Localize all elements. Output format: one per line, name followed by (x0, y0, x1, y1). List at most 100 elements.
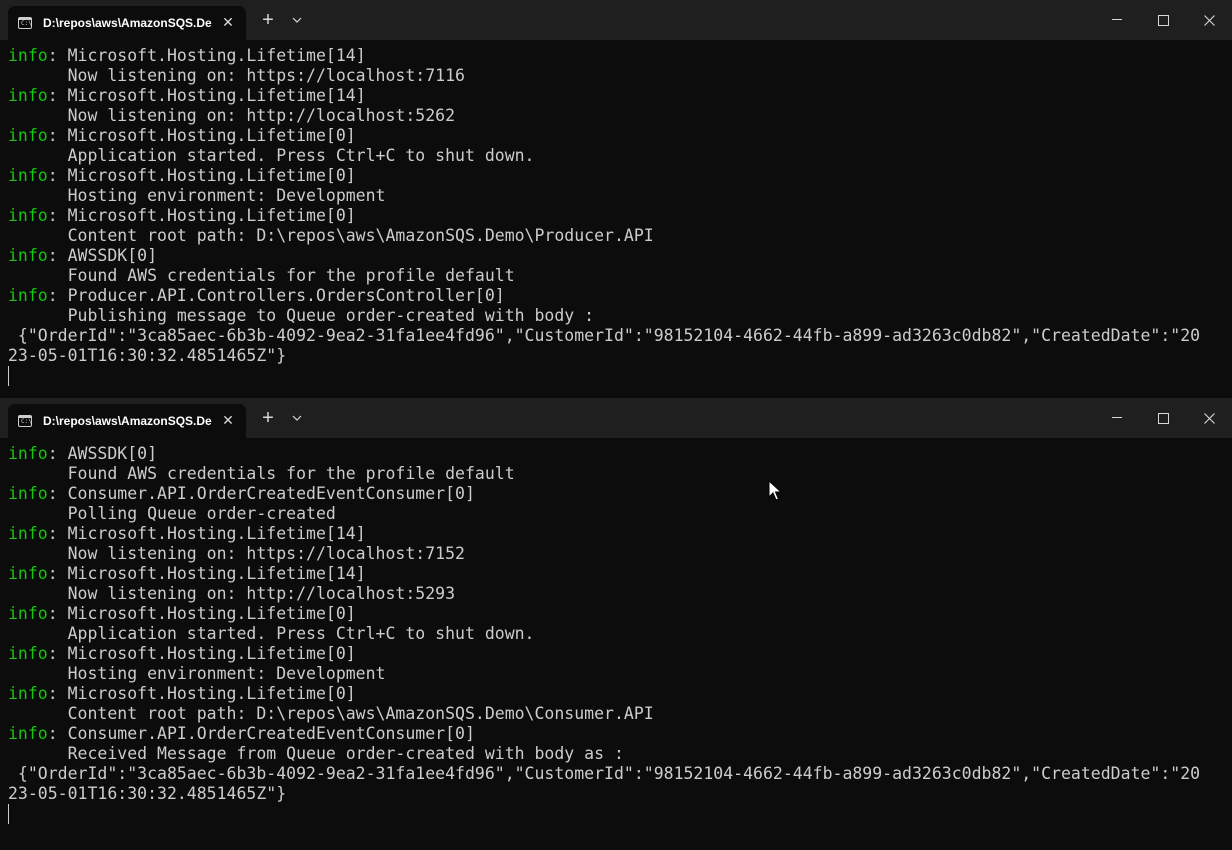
terminal-line: Content root path: D:\repos\aws\AmazonSQ… (8, 226, 1232, 246)
log-level: info (8, 246, 48, 265)
log-text: Found AWS credentials for the profile de… (8, 266, 515, 285)
title-bar[interactable]: C:\ D:\repos\aws\AmazonSQS.De ✕ + (0, 398, 1232, 438)
log-level: info (8, 46, 48, 65)
terminal-line: info: Microsoft.Hosting.Lifetime[0] (8, 126, 1232, 146)
terminal-line: Now listening on: https://localhost:7116 (8, 66, 1232, 86)
log-text: Hosting environment: Development (8, 664, 386, 683)
terminal-line: Publishing message to Queue order-create… (8, 306, 1232, 326)
terminal-output[interactable]: info: Microsoft.Hosting.Lifetime[14] Now… (8, 46, 1232, 386)
terminal-icon: C:\ (18, 17, 32, 29)
log-text: : Microsoft.Hosting.Lifetime[0] (47, 166, 356, 185)
log-text: : Microsoft.Hosting.Lifetime[0] (47, 126, 356, 145)
close-tab-button[interactable]: ✕ (219, 13, 237, 31)
close-tab-button[interactable]: ✕ (219, 411, 237, 429)
minimize-icon (1112, 19, 1122, 20)
log-text: Content root path: D:\repos\aws\AmazonSQ… (8, 226, 654, 245)
log-text: Application started. Press Ctrl+C to shu… (8, 146, 535, 165)
terminal-line: Now listening on: https://localhost:7152 (8, 544, 1232, 564)
maximize-button[interactable] (1140, 398, 1186, 438)
terminal-line: Application started. Press Ctrl+C to shu… (8, 624, 1232, 644)
terminal-line: Application started. Press Ctrl+C to shu… (8, 146, 1232, 166)
terminal-line: Now listening on: http://localhost:5262 (8, 106, 1232, 126)
terminal-line: info: Microsoft.Hosting.Lifetime[14] (8, 86, 1232, 106)
terminal-line: info: AWSSDK[0] (8, 444, 1232, 464)
terminal-line: Hosting environment: Development (8, 186, 1232, 206)
maximize-button[interactable] (1140, 0, 1186, 40)
log-level: info (8, 206, 48, 225)
new-tab-button[interactable]: + (256, 398, 280, 438)
log-level: info (8, 484, 48, 503)
terminal-line: {"OrderId":"3ca85aec-6b3b-4092-9ea2-31fa… (8, 764, 1232, 784)
terminal-line: info: Microsoft.Hosting.Lifetime[0] (8, 604, 1232, 624)
log-text: : AWSSDK[0] (47, 444, 158, 463)
terminal-line: Found AWS credentials for the profile de… (8, 266, 1232, 286)
minimize-icon (1112, 417, 1122, 418)
log-text: : Microsoft.Hosting.Lifetime[14] (47, 86, 366, 105)
minimize-button[interactable] (1094, 398, 1140, 438)
log-text: {"OrderId":"3ca85aec-6b3b-4092-9ea2-31fa… (8, 326, 1201, 345)
mouse-pointer-icon (768, 480, 782, 501)
log-text: Now listening on: https://localhost:7152 (8, 544, 465, 563)
terminal-line: Content root path: D:\repos\aws\AmazonSQ… (8, 704, 1232, 724)
tab-title: D:\repos\aws\AmazonSQS.De (43, 16, 212, 30)
tab-dropdown-button[interactable] (286, 0, 308, 40)
producer-terminal-window[interactable]: C:\ D:\repos\aws\AmazonSQS.De ✕ + info: … (0, 0, 1232, 396)
log-text: Polling Queue order-created (8, 504, 336, 523)
terminal-line: info: Consumer.API.OrderCreatedEventCons… (8, 484, 1232, 504)
log-text: 23-05-01T16:30:32.4851465Z"} (8, 784, 287, 803)
chevron-down-icon (292, 17, 302, 23)
terminal-tab[interactable]: C:\ D:\repos\aws\AmazonSQS.De ✕ (8, 6, 246, 40)
terminal-line: info: Microsoft.Hosting.Lifetime[14] (8, 524, 1232, 544)
log-level: info (8, 604, 48, 623)
log-text: : Microsoft.Hosting.Lifetime[14] (47, 46, 366, 65)
terminal-line: Hosting environment: Development (8, 664, 1232, 684)
window-close-icon (1203, 14, 1215, 26)
terminal-line: 23-05-01T16:30:32.4851465Z"} (8, 346, 1232, 366)
log-level: info (8, 444, 48, 463)
terminal-line: Polling Queue order-created (8, 504, 1232, 524)
log-text: 23-05-01T16:30:32.4851465Z"} (8, 346, 287, 365)
log-text: : Consumer.API.OrderCreatedEventConsumer… (47, 484, 475, 503)
log-text: : Microsoft.Hosting.Lifetime[14] (47, 564, 366, 583)
log-level: info (8, 126, 48, 145)
log-text: Content root path: D:\repos\aws\AmazonSQ… (8, 704, 654, 723)
terminal-output[interactable]: info: AWSSDK[0] Found AWS credentials fo… (8, 444, 1232, 824)
log-text: Now listening on: https://localhost:7116 (8, 66, 465, 85)
minimize-button[interactable] (1094, 0, 1140, 40)
maximize-icon (1157, 412, 1169, 424)
window-close-button[interactable] (1186, 398, 1232, 438)
log-text: : Microsoft.Hosting.Lifetime[0] (47, 604, 356, 623)
tab-dropdown-button[interactable] (286, 398, 308, 438)
terminal-line: info: Microsoft.Hosting.Lifetime[0] (8, 166, 1232, 186)
terminal-line: info: Microsoft.Hosting.Lifetime[0] (8, 206, 1232, 226)
terminal-line: info: AWSSDK[0] (8, 246, 1232, 266)
log-text: : Producer.API.Controllers.OrdersControl… (47, 286, 505, 305)
new-tab-button[interactable]: + (256, 0, 280, 40)
terminal-line: Received Message from Queue order-create… (8, 744, 1232, 764)
log-level: info (8, 166, 48, 185)
consumer-terminal-window[interactable]: C:\ D:\repos\aws\AmazonSQS.De ✕ + info: … (0, 398, 1232, 850)
terminal-icon: C:\ (18, 415, 32, 427)
log-text: Found AWS credentials for the profile de… (8, 464, 515, 483)
log-text: Now listening on: http://localhost:5262 (8, 106, 456, 125)
log-level: info (8, 524, 48, 543)
title-bar[interactable]: C:\ D:\repos\aws\AmazonSQS.De ✕ + (0, 0, 1232, 40)
terminal-tab[interactable]: C:\ D:\repos\aws\AmazonSQS.De ✕ (8, 404, 246, 438)
terminal-line: Found AWS credentials for the profile de… (8, 464, 1232, 484)
log-text: : Microsoft.Hosting.Lifetime[0] (47, 644, 356, 663)
terminal-line: info: Microsoft.Hosting.Lifetime[0] (8, 684, 1232, 704)
log-level: info (8, 684, 48, 703)
terminal-line: info: Microsoft.Hosting.Lifetime[0] (8, 644, 1232, 664)
tab-title: D:\repos\aws\AmazonSQS.De (43, 414, 212, 428)
text-cursor (8, 366, 9, 386)
terminal-line: Now listening on: http://localhost:5293 (8, 584, 1232, 604)
terminal-line: info: Consumer.API.OrderCreatedEventCons… (8, 724, 1232, 744)
terminal-line: {"OrderId":"3ca85aec-6b3b-4092-9ea2-31fa… (8, 326, 1232, 346)
log-text: Received Message from Queue order-create… (8, 744, 624, 763)
log-level: info (8, 644, 48, 663)
log-level: info (8, 724, 48, 743)
window-close-button[interactable] (1186, 0, 1232, 40)
terminal-line: 23-05-01T16:30:32.4851465Z"} (8, 784, 1232, 804)
log-text: {"OrderId":"3ca85aec-6b3b-4092-9ea2-31fa… (8, 764, 1201, 783)
log-text: Now listening on: http://localhost:5293 (8, 584, 456, 603)
